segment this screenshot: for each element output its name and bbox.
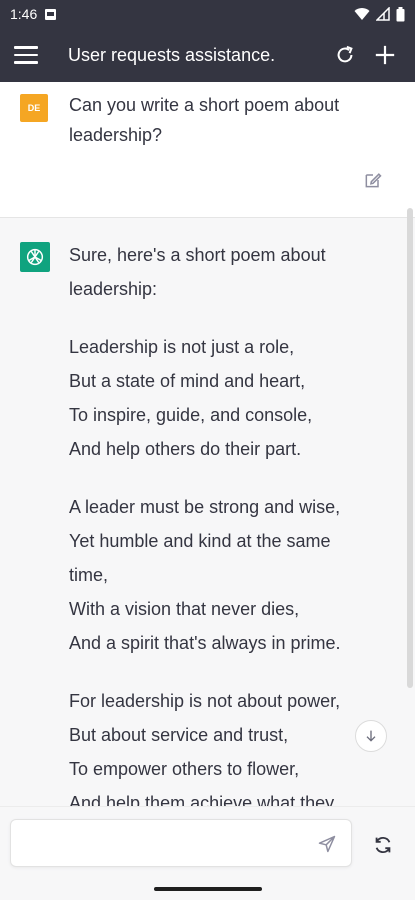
notification-icon: [45, 8, 57, 20]
assistant-message: Sure, here's a short poem about leadersh…: [0, 218, 415, 806]
send-icon: [318, 835, 336, 853]
poem-line: And help them achieve what they: [69, 793, 335, 806]
regenerate-icon: [375, 836, 391, 854]
edit-button[interactable]: [361, 168, 385, 192]
composer: [0, 806, 415, 900]
poem-line: But about service and trust,: [69, 725, 289, 745]
edit-icon: [365, 173, 382, 188]
poem-line: To inspire, guide, and console,: [69, 405, 313, 425]
poem-stanza: Leadership is not just a role, But a sta…: [69, 330, 369, 466]
chat-area[interactable]: DE Can you write a short poem about lead…: [0, 82, 415, 806]
send-button[interactable]: [315, 832, 339, 856]
menu-button[interactable]: [14, 41, 42, 69]
poem-line: And a spirit that's always in prime.: [69, 633, 341, 653]
poem-stanza: For leadership is not about power, But a…: [69, 684, 369, 806]
user-avatar: DE: [20, 94, 48, 122]
assistant-avatar: [20, 242, 50, 272]
poem-line: Yet humble and kind at the same time,: [69, 531, 331, 585]
poem-line: To empower others to flower,: [69, 759, 300, 779]
poem-stanza: A leader must be strong and wise, Yet hu…: [69, 490, 369, 660]
refresh-icon: [337, 45, 353, 63]
openai-logo-icon: [26, 248, 44, 266]
poem-line: For leadership is not about power,: [69, 691, 341, 711]
arrow-down-icon: [366, 730, 376, 742]
poem-line: A leader must be strong and wise,: [69, 497, 341, 517]
poem-line: But a state of mind and heart,: [69, 371, 306, 391]
wifi-icon: [354, 8, 370, 20]
plus-icon: [375, 45, 395, 65]
poem-line: Leadership is not just a role,: [69, 337, 295, 357]
poem-line: And help others do their part.: [69, 439, 302, 459]
refresh-button[interactable]: [325, 35, 365, 75]
menu-icon: [14, 46, 38, 49]
scroll-down-button[interactable]: [355, 720, 387, 752]
message-input[interactable]: [23, 830, 303, 858]
home-indicator[interactable]: [154, 887, 262, 891]
regenerate-button[interactable]: [371, 833, 395, 857]
conversation-title: User requests assistance.: [68, 44, 276, 65]
status-bar: 1:46: [0, 0, 415, 28]
status-left: 1:46: [10, 6, 57, 22]
message-input-box[interactable]: [10, 819, 352, 867]
assistant-message-text: Sure, here's a short poem about leadersh…: [69, 238, 369, 806]
user-message-text: Can you write a short poem about leaders…: [69, 95, 340, 145]
status-right: [354, 6, 405, 22]
new-chat-button[interactable]: [365, 35, 405, 75]
user-message: DE Can you write a short poem about lead…: [0, 82, 415, 218]
status-time: 1:46: [10, 6, 38, 22]
poem-line: With a vision that never dies,: [69, 599, 300, 619]
assistant-intro: Sure, here's a short poem about leadersh…: [69, 245, 326, 299]
app-bar: User requests assistance.: [0, 28, 415, 82]
scrollbar[interactable]: [407, 208, 413, 688]
signal-icon: [376, 7, 390, 21]
battery-icon: [396, 6, 405, 21]
